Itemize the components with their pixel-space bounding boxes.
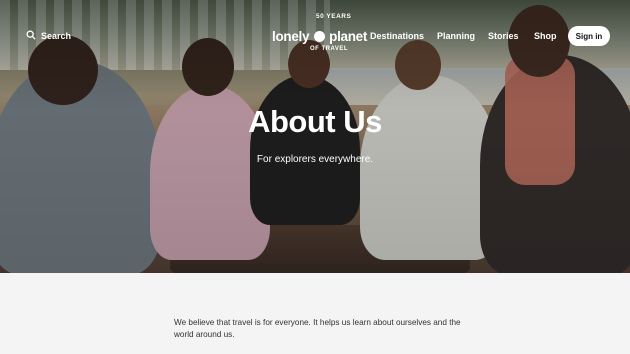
- nav-stories[interactable]: Stories: [488, 31, 519, 41]
- search-label: Search: [41, 31, 72, 41]
- top-nav: Search 50 YEARS lonely planet OF TRAVEL …: [0, 0, 630, 64]
- search-icon: [26, 30, 36, 42]
- about-content: We believe that travel is for everyone. …: [0, 273, 630, 354]
- nav-shop[interactable]: Shop: [534, 31, 557, 41]
- globe-icon: [313, 31, 325, 42]
- signin-button[interactable]: Sign in: [568, 26, 610, 46]
- intro-paragraph: We believe that travel is for everyone. …: [174, 318, 461, 339]
- nav-destinations[interactable]: Destinations: [370, 31, 424, 41]
- page-title: About Us: [248, 104, 382, 139]
- logo-years: 50 YEARS: [316, 13, 352, 20]
- logo-travel: OF TRAVEL: [310, 46, 349, 52]
- logo-word-right: planet: [329, 29, 368, 44]
- nav-planning[interactable]: Planning: [437, 31, 475, 41]
- search-button[interactable]: Search: [26, 30, 71, 42]
- page-subtitle: For explorers everywhere.: [256, 154, 374, 165]
- logo-word-left: lonely: [272, 29, 310, 44]
- lonely-planet-logo[interactable]: 50 YEARS lonely planet OF TRAVEL: [272, 12, 368, 58]
